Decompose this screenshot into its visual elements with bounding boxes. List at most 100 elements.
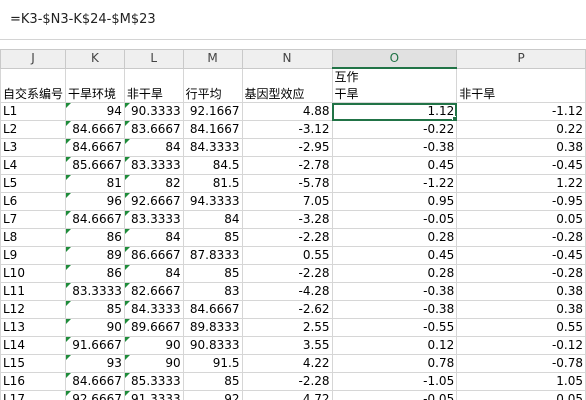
formula-text[interactable]: =K3-$N3-K$24-$M$23 xyxy=(10,12,156,27)
header1-cell-n[interactable] xyxy=(241,67,333,86)
value-cell[interactable]: 0.12 xyxy=(331,336,458,355)
value-cell[interactable]: 3.55 xyxy=(241,336,333,355)
value-cell[interactable]: 0.55 xyxy=(456,318,586,337)
value-cell[interactable]: -0.38 xyxy=(331,138,458,157)
value-cell[interactable]: 0.55 xyxy=(241,246,333,265)
row-label-cell[interactable]: L1 xyxy=(0,102,67,121)
value-cell[interactable]: 0.45 xyxy=(331,156,458,175)
value-cell[interactable]: 82 xyxy=(123,174,184,193)
value-cell[interactable]: -1.05 xyxy=(331,372,458,391)
value-cell[interactable]: 84.1667 xyxy=(182,120,243,139)
value-cell[interactable]: 1.22 xyxy=(456,174,586,193)
value-cell[interactable]: 90.8333 xyxy=(182,336,243,355)
value-cell[interactable]: 92.6667 xyxy=(65,390,125,400)
value-cell[interactable]: 87.8333 xyxy=(182,246,243,265)
value-cell[interactable]: 84.6667 xyxy=(182,300,243,319)
value-cell[interactable]: 96 xyxy=(65,192,125,211)
row-label-cell[interactable]: L6 xyxy=(0,192,67,211)
value-cell[interactable]: 0.38 xyxy=(456,138,586,157)
header1-cell-m[interactable] xyxy=(182,67,243,86)
formula-bar[interactable]: =K3-$N3-K$24-$M$23 xyxy=(0,0,586,40)
row-label-cell[interactable]: L13 xyxy=(0,318,67,337)
value-cell[interactable]: 0.38 xyxy=(456,282,586,301)
value-cell[interactable]: 0.22 xyxy=(456,120,586,139)
column-header-n[interactable]: N xyxy=(241,49,333,69)
value-cell[interactable]: 85 xyxy=(182,372,243,391)
value-cell[interactable]: 83.3333 xyxy=(123,156,184,175)
value-cell[interactable]: -0.05 xyxy=(331,210,458,229)
row-label-cell[interactable]: L16 xyxy=(0,372,67,391)
value-cell[interactable]: 90 xyxy=(123,336,184,355)
column-title-o[interactable]: 干旱 xyxy=(331,85,458,103)
value-cell[interactable]: -0.28 xyxy=(456,264,586,283)
value-cell[interactable]: 0.28 xyxy=(331,264,458,283)
value-cell[interactable]: 84 xyxy=(123,138,184,157)
value-cell[interactable]: 4.72 xyxy=(241,390,333,400)
row-label-cell[interactable]: L2 xyxy=(0,120,67,139)
value-cell[interactable]: 84.3333 xyxy=(123,300,184,319)
value-cell[interactable]: 1.05 xyxy=(456,372,586,391)
column-title-j[interactable]: 自交系编号 xyxy=(0,85,67,103)
value-cell[interactable]: 83.3333 xyxy=(123,210,184,229)
value-cell[interactable]: 84 xyxy=(123,228,184,247)
value-cell[interactable]: -1.12 xyxy=(456,102,586,121)
header1-cell-p[interactable] xyxy=(456,67,586,86)
value-cell[interactable]: -2.95 xyxy=(241,138,333,157)
value-cell[interactable]: -0.28 xyxy=(456,228,586,247)
value-cell[interactable]: 94.3333 xyxy=(182,192,243,211)
value-cell[interactable]: -0.38 xyxy=(331,300,458,319)
value-cell[interactable]: 85.6667 xyxy=(65,156,125,175)
value-cell[interactable]: -2.28 xyxy=(241,264,333,283)
header1-cell-k[interactable] xyxy=(65,67,125,86)
value-cell[interactable]: 84.5 xyxy=(182,156,243,175)
value-cell[interactable]: 86.6667 xyxy=(123,246,184,265)
value-cell[interactable]: -2.28 xyxy=(241,372,333,391)
value-cell[interactable]: -0.12 xyxy=(456,336,586,355)
value-cell[interactable]: 82.6667 xyxy=(123,282,184,301)
header1-cell-l[interactable] xyxy=(123,67,184,86)
value-cell[interactable]: 94 xyxy=(65,102,125,121)
column-header-m[interactable]: M xyxy=(182,49,243,69)
value-cell[interactable]: 93 xyxy=(65,354,125,373)
row-label-cell[interactable]: L8 xyxy=(0,228,67,247)
value-cell[interactable]: -0.05 xyxy=(331,390,458,400)
value-cell[interactable]: 83.3333 xyxy=(65,282,125,301)
row-label-cell[interactable]: L11 xyxy=(0,282,67,301)
value-cell[interactable]: 92 xyxy=(182,390,243,400)
column-title-p[interactable]: 非干旱 xyxy=(456,85,586,103)
value-cell[interactable]: 0.05 xyxy=(456,210,586,229)
column-title-m[interactable]: 行平均 xyxy=(182,85,243,103)
column-header-l[interactable]: L xyxy=(123,49,184,69)
value-cell[interactable]: 91.6667 xyxy=(65,336,125,355)
value-cell[interactable]: 0.45 xyxy=(331,246,458,265)
value-cell[interactable]: -1.22 xyxy=(331,174,458,193)
value-cell[interactable]: -0.78 xyxy=(456,354,586,373)
header1-cell-o[interactable]: 互作 xyxy=(331,67,458,86)
column-title-n[interactable]: 基因型效应 xyxy=(241,85,333,103)
value-cell[interactable]: 84.6667 xyxy=(65,372,125,391)
value-cell[interactable]: 84.3333 xyxy=(182,138,243,157)
value-cell[interactable]: 2.55 xyxy=(241,318,333,337)
value-cell[interactable]: 84 xyxy=(182,210,243,229)
column-header-k[interactable]: K xyxy=(65,49,125,69)
value-cell[interactable]: 81 xyxy=(65,174,125,193)
column-title-l[interactable]: 非干旱 xyxy=(123,85,184,103)
value-cell[interactable]: 0.28 xyxy=(331,228,458,247)
value-cell[interactable]: -0.45 xyxy=(456,246,586,265)
value-cell[interactable]: 81.5 xyxy=(182,174,243,193)
row-label-cell[interactable]: L15 xyxy=(0,354,67,373)
value-cell[interactable]: 84 xyxy=(123,264,184,283)
value-cell[interactable]: 86 xyxy=(65,264,125,283)
column-header-o[interactable]: O xyxy=(331,49,458,69)
value-cell[interactable]: 90 xyxy=(123,354,184,373)
value-cell[interactable]: -0.22 xyxy=(331,120,458,139)
value-cell[interactable]: 0.78 xyxy=(331,354,458,373)
value-cell[interactable]: -0.38 xyxy=(331,282,458,301)
value-cell[interactable]: 90 xyxy=(65,318,125,337)
value-cell[interactable]: 92.1667 xyxy=(182,102,243,121)
value-cell[interactable]: 84.6667 xyxy=(65,120,125,139)
value-cell[interactable]: -2.78 xyxy=(241,156,333,175)
row-label-cell[interactable]: L10 xyxy=(0,264,67,283)
value-cell[interactable]: 83 xyxy=(182,282,243,301)
value-cell[interactable]: -3.12 xyxy=(241,120,333,139)
